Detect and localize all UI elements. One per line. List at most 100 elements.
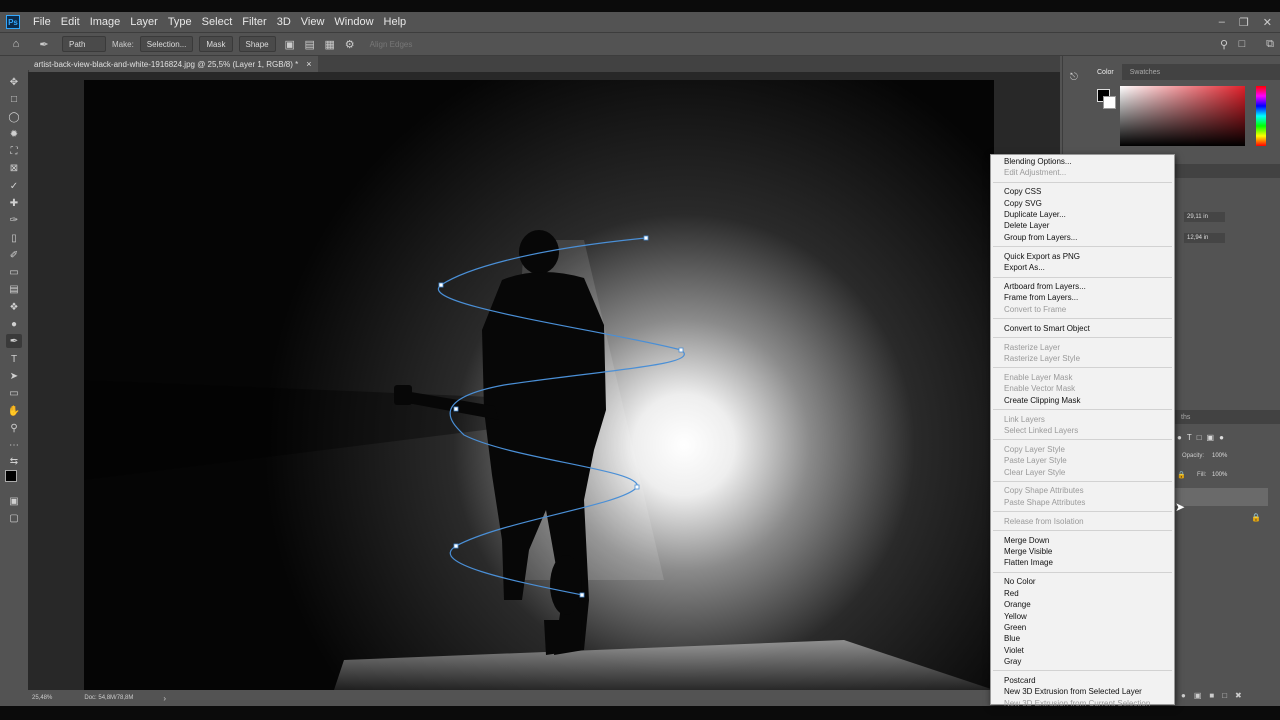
context-menu-item[interactable]: Frame from Layers... xyxy=(991,292,1174,303)
tool-mode-select[interactable]: Path xyxy=(62,36,106,52)
foreground-color-swatch[interactable] xyxy=(5,470,17,482)
hue-slider[interactable] xyxy=(1256,86,1266,146)
menu-image[interactable]: Image xyxy=(85,16,126,28)
status-arrow-icon[interactable]: › xyxy=(163,694,166,703)
restore-icon[interactable]: ❐ xyxy=(1239,16,1249,29)
blur-tool-icon[interactable]: ❖ xyxy=(6,300,22,314)
lock-icon[interactable]: 🔒 xyxy=(1177,471,1186,479)
search-icon[interactable]: ⚲ xyxy=(1218,38,1230,51)
type-tool-icon[interactable]: T xyxy=(6,352,22,366)
canvas-area[interactable] xyxy=(28,72,1060,690)
share-icon[interactable]: ⧉ xyxy=(1264,38,1276,50)
menu-3d[interactable]: 3D xyxy=(272,16,296,28)
width-field[interactable]: 29,11 in xyxy=(1184,212,1225,222)
context-menu-item[interactable]: Blue xyxy=(991,633,1174,644)
document-canvas[interactable] xyxy=(84,80,994,690)
context-menu-item[interactable]: New 3D Extrusion from Selected Layer xyxy=(991,686,1174,697)
path-arrangement-icon[interactable]: ▦ xyxy=(324,38,336,51)
context-menu-item[interactable]: Group from Layers... xyxy=(991,232,1174,243)
zoom-tool-icon[interactable]: ⚲ xyxy=(6,421,22,435)
brush-tool-icon[interactable]: ✑ xyxy=(6,213,22,227)
marquee-tool-icon[interactable]: □ xyxy=(6,92,22,106)
height-field[interactable]: 12,94 in xyxy=(1184,233,1225,243)
lasso-tool-icon[interactable]: ◯ xyxy=(6,110,22,124)
gradient-tool-icon[interactable]: ▤ xyxy=(6,282,22,296)
menu-help[interactable]: Help xyxy=(379,16,412,28)
home-icon[interactable]: ⌂ xyxy=(10,38,22,50)
swap-colors-icon[interactable]: ⇆ xyxy=(6,454,22,468)
zoom-level[interactable]: 25,48% xyxy=(32,695,52,701)
menu-view[interactable]: View xyxy=(296,16,330,28)
make-mask-button[interactable]: Mask xyxy=(199,36,233,52)
context-menu-item[interactable]: Copy SVG xyxy=(991,198,1174,209)
fill-value[interactable]: 100% xyxy=(1212,472,1227,478)
hand-tool-icon[interactable]: ✋ xyxy=(6,404,22,418)
tab-color[interactable]: Color xyxy=(1089,64,1122,80)
context-menu-item[interactable]: Postcard xyxy=(991,675,1174,686)
context-menu-item[interactable]: Merge Down xyxy=(991,535,1174,546)
more-tools-icon[interactable]: ⋯ xyxy=(6,438,22,452)
crop-tool-icon[interactable]: ⛶ xyxy=(6,144,22,158)
document-tab[interactable]: artist-back-view-black-and-white-1916824… xyxy=(28,56,318,72)
path-selection-tool-icon[interactable]: ➤ xyxy=(6,369,22,383)
menu-layer[interactable]: Layer xyxy=(125,16,163,28)
context-menu-item[interactable]: Red xyxy=(991,588,1174,599)
dodge-tool-icon[interactable]: ● xyxy=(6,317,22,331)
context-menu-item[interactable]: Yellow xyxy=(991,611,1174,622)
eyedropper-tool-icon[interactable]: ✓ xyxy=(6,179,22,193)
context-menu-item[interactable]: Orange xyxy=(991,599,1174,610)
minimize-icon[interactable]: – xyxy=(1219,16,1225,28)
context-menu-item[interactable]: Create Clipping Mask xyxy=(991,395,1174,406)
context-menu-item[interactable]: Duplicate Layer... xyxy=(991,209,1174,220)
menu-select[interactable]: Select xyxy=(197,16,238,28)
gear-icon[interactable]: ⚙ xyxy=(344,38,356,51)
align-edges-checkbox[interactable]: Align Edges xyxy=(370,40,413,49)
context-menu-item[interactable]: Green xyxy=(991,622,1174,633)
quick-select-tool-icon[interactable]: ✹ xyxy=(6,127,22,141)
workspace-icon[interactable]: □ xyxy=(1236,38,1248,50)
close-icon[interactable]: ✕ xyxy=(1263,16,1272,29)
screen-mode-icon[interactable]: ▢ xyxy=(6,511,22,525)
quick-mask-icon[interactable]: ▣ xyxy=(6,494,22,508)
context-menu-item[interactable]: Artboard from Layers... xyxy=(991,281,1174,292)
frame-tool-icon[interactable]: ⊠ xyxy=(6,161,22,175)
tab-swatches[interactable]: Swatches xyxy=(1122,64,1168,80)
opacity-value[interactable]: 100% xyxy=(1212,453,1227,459)
close-tab-icon[interactable]: × xyxy=(306,59,311,69)
menu-type[interactable]: Type xyxy=(163,16,197,28)
menu-edit[interactable]: Edit xyxy=(56,16,85,28)
stamp-tool-icon[interactable]: ▯ xyxy=(6,231,22,245)
history-brush-tool-icon[interactable]: ✐ xyxy=(6,248,22,262)
bg-swatch[interactable] xyxy=(1103,96,1116,109)
path-operations-icon[interactable]: ▣ xyxy=(284,38,296,51)
context-menu-item[interactable]: Export As... xyxy=(991,262,1174,273)
context-menu-item[interactable]: Blending Options... xyxy=(991,156,1174,167)
pen-tool-preset-icon[interactable]: ✒ xyxy=(38,38,50,51)
selected-layer-row[interactable] xyxy=(1175,488,1268,506)
eraser-tool-icon[interactable]: ▭ xyxy=(6,265,22,279)
path-alignment-icon[interactable]: ▤ xyxy=(304,38,316,51)
context-menu-item[interactable]: Flatten Image xyxy=(991,557,1174,568)
color-field[interactable] xyxy=(1120,86,1245,146)
context-menu-item[interactable]: Violet xyxy=(991,645,1174,656)
context-menu-item: Copy Layer Style xyxy=(1004,444,1065,454)
context-menu-item[interactable]: Merge Visible xyxy=(991,546,1174,557)
context-menu-item[interactable]: Copy CSS xyxy=(991,186,1174,197)
context-menu-item[interactable]: Delete Layer xyxy=(991,220,1174,231)
move-tool-icon[interactable]: ✥ xyxy=(6,75,22,89)
menu-file[interactable]: File xyxy=(28,16,56,28)
tab-paths[interactable]: ths xyxy=(1173,410,1198,424)
context-menu-item[interactable]: No Color xyxy=(991,576,1174,587)
history-panel-icon[interactable]: ⎋ xyxy=(1070,72,1078,83)
menu-window[interactable]: Window xyxy=(329,16,378,28)
color-panel-tabs: Color Swatches xyxy=(1089,64,1280,80)
menu-filter[interactable]: Filter xyxy=(237,16,271,28)
context-menu-item[interactable]: Quick Export as PNG xyxy=(991,251,1174,262)
context-menu-item[interactable]: Convert to Smart Object xyxy=(991,323,1174,334)
make-shape-button[interactable]: Shape xyxy=(238,36,276,52)
make-selection-button[interactable]: Selection... xyxy=(139,36,194,52)
context-menu-item[interactable]: Gray xyxy=(991,656,1174,667)
rectangle-tool-icon[interactable]: ▭ xyxy=(6,386,22,400)
healing-tool-icon[interactable]: ✚ xyxy=(6,196,22,210)
pen-tool-icon[interactable]: ✒ xyxy=(6,334,22,348)
